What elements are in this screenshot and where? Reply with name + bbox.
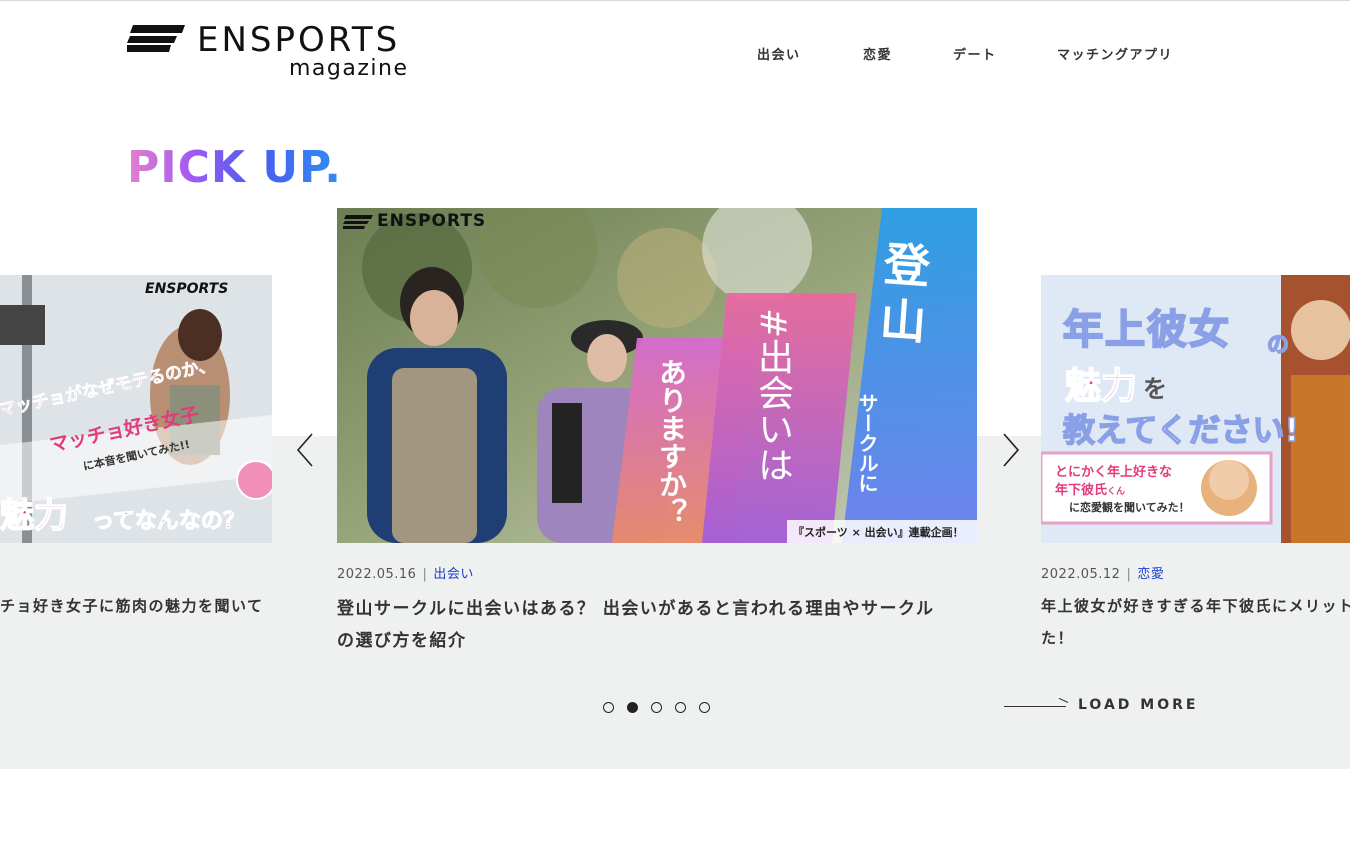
slide-center-category[interactable]: 出会い xyxy=(433,567,474,582)
slide-right-date: 2022.05.12 xyxy=(1041,567,1121,582)
slide-image-left[interactable]: ENSPORTS マッチョがなぜモテるのか、 マッチョ好き女子 に本音を聞いてみ… xyxy=(0,275,272,543)
next-slide-button[interactable] xyxy=(996,430,1026,470)
slide-right-line2: 魅力 xyxy=(1064,365,1138,408)
pagination-dot[interactable] xyxy=(675,702,686,713)
slide-left-title[interactable]: チョ好き女子に筋肉の魅力を聞いて xyxy=(0,590,272,622)
slide-right-meta: 2022.05.12 | 恋愛 xyxy=(1041,567,1165,582)
prev-slide-button[interactable] xyxy=(292,430,322,470)
nav-item-renai[interactable]: 恋愛 xyxy=(863,44,892,63)
slide-left-line4: 魅力 xyxy=(0,495,69,537)
load-more-label: LOAD MORE xyxy=(1078,697,1199,713)
chevron-right-icon xyxy=(1003,433,1020,467)
slide-center-meta: 2022.05.16 | 出会い xyxy=(337,567,474,582)
slide-center-big1: 登山 xyxy=(878,237,932,350)
slide-center-date: 2022.05.16 xyxy=(337,567,417,582)
slide-center-title-line1: 登山サークルに出会いはある？ 出会いがあると言われる理由やサークル xyxy=(337,599,935,619)
slide-image-right[interactable]: 年上彼女 の 魅力 を 教えてください! とにかく年上好きな 年下彼氏くん に恋… xyxy=(1041,275,1350,543)
slide-right-box2: 年下彼氏 xyxy=(1055,483,1108,498)
slide-center-title-line2: の選び方を紹介 xyxy=(337,631,467,651)
pickup-heading: PICK UP. xyxy=(127,142,342,193)
top-border xyxy=(0,0,1350,3)
pagination-dot-active[interactable] xyxy=(627,702,638,713)
slide-right-category[interactable]: 恋愛 xyxy=(1137,567,1164,582)
pagination-dot[interactable] xyxy=(651,702,662,713)
slide-right-box1: とにかく年上好きな xyxy=(1055,465,1173,480)
slide-center-brand-icon xyxy=(343,215,373,229)
slide-center-footer: 『スポーツ × 出会い』連載企画！ xyxy=(793,526,964,539)
slide-center-big3: ありますか？ xyxy=(655,358,688,526)
pagination-dot[interactable] xyxy=(699,702,710,713)
slide-left-line5: ってなんなの？ xyxy=(92,509,246,535)
chevron-left-icon xyxy=(296,433,313,467)
slide-left-brand: ENSPORTS xyxy=(145,281,229,297)
slide-right-title[interactable]: 年上彼女が好きすぎる年下彼氏にメリット た！ xyxy=(1041,590,1350,654)
slide-left-avatar xyxy=(236,460,272,500)
slide-right-title-line1: 年上彼女が好きすぎる年下彼氏にメリット xyxy=(1041,597,1350,615)
slide-image-center[interactable]: ENSPORTS 登山 サークルに #出会いは ありますか？ 『スポーツ × 出… xyxy=(337,208,977,543)
nav-item-matching-app[interactable]: マッチングアプリ xyxy=(1057,44,1173,63)
slide-right-line1: 年上彼女 xyxy=(1062,306,1231,354)
slide-right-box2b: くん xyxy=(1107,487,1126,497)
slide-right-box2-wrap: 年下彼氏くん xyxy=(1055,479,1125,498)
slide-center-title[interactable]: 登山サークルに出会いはある？ 出会いがあると言われる理由やサークル の選び方を紹… xyxy=(337,593,997,657)
main-nav: 出会い 恋愛 デート マッチングアプリ xyxy=(0,44,1350,64)
pagination-dot[interactable] xyxy=(603,702,614,713)
slide-right-box3: に恋愛観を聞いてみた！ xyxy=(1069,501,1190,514)
nav-item-deai[interactable]: 出会い xyxy=(757,44,801,63)
slide-right-line1b: の xyxy=(1266,332,1290,359)
slide-right-title-line2: た！ xyxy=(1041,629,1075,647)
slide-right-line3: 教えてください! xyxy=(1062,410,1300,450)
arrow-line-icon xyxy=(1004,706,1066,707)
slide-right-line2b: を xyxy=(1143,375,1167,403)
slide-center-brand: ENSPORTS xyxy=(377,211,487,231)
nav-item-date[interactable]: デート xyxy=(953,44,997,63)
slide-center-big2: #出会いは xyxy=(752,308,793,483)
slide-center-sub1: サークルに xyxy=(855,393,879,493)
